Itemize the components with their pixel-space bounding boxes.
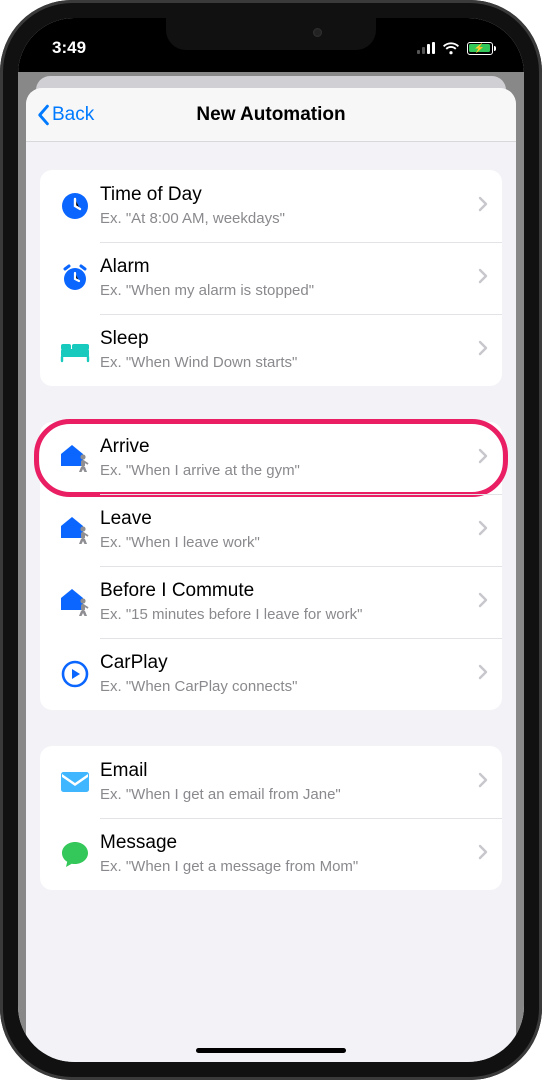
chevron-right-icon: [476, 520, 490, 541]
row-title: Sleep: [100, 327, 476, 351]
row-texts: AlarmEx. "When my alarm is stopped": [96, 255, 476, 300]
row-title: Arrive: [100, 435, 476, 459]
chevron-right-icon: [476, 772, 490, 793]
phone-frame: 3:49 ⚡ Back: [0, 0, 542, 1080]
chevron-right-icon: [476, 448, 490, 469]
row-title: Leave: [100, 507, 476, 531]
back-label: Back: [52, 104, 94, 126]
home-indicator[interactable]: [196, 1048, 346, 1053]
back-button[interactable]: Back: [26, 104, 94, 126]
trigger-row-alarm[interactable]: AlarmEx. "When my alarm is stopped": [40, 242, 502, 314]
row-title: Email: [100, 759, 476, 783]
row-title: Alarm: [100, 255, 476, 279]
trigger-list[interactable]: Time of DayEx. "At 8:00 AM, weekdays" Ala…: [26, 142, 516, 1062]
row-texts: Time of DayEx. "At 8:00 AM, weekdays": [96, 183, 476, 228]
trigger-group: EmailEx. "When I get an email from Jane"…: [40, 746, 502, 890]
message-icon: [54, 840, 96, 868]
chevron-right-icon: [476, 844, 490, 865]
modal-stack: Back New Automation Time of DayEx. "At 8…: [18, 72, 524, 1062]
row-texts: SleepEx. "When Wind Down starts": [96, 327, 476, 372]
status-time: 3:49: [52, 38, 86, 58]
arrive-icon: [54, 442, 96, 474]
trigger-group: Time of DayEx. "At 8:00 AM, weekdays" Ala…: [40, 170, 502, 386]
clock-icon: [54, 191, 96, 221]
row-subtitle: Ex. "When I leave work": [100, 533, 476, 553]
row-title: Before I Commute: [100, 579, 476, 603]
bed-icon: [54, 335, 96, 365]
row-title: Message: [100, 831, 476, 855]
row-subtitle: Ex. "When CarPlay connects": [100, 677, 476, 697]
commute-icon: [54, 586, 96, 618]
screen: 3:49 ⚡ Back: [18, 18, 524, 1062]
row-subtitle: Ex. "When I arrive at the gym": [100, 461, 476, 481]
trigger-row-before-i-commute[interactable]: Before I CommuteEx. "15 minutes before I…: [40, 566, 502, 638]
wifi-icon: [442, 42, 460, 55]
row-subtitle: Ex. "When I get an email from Jane": [100, 785, 476, 805]
trigger-row-carplay[interactable]: CarPlayEx. "When CarPlay connects": [40, 638, 502, 710]
row-texts: EmailEx. "When I get an email from Jane": [96, 759, 476, 804]
chevron-right-icon: [476, 340, 490, 361]
mail-icon: [54, 770, 96, 794]
row-texts: MessageEx. "When I get a message from Mo…: [96, 831, 476, 876]
row-subtitle: Ex. "When my alarm is stopped": [100, 281, 476, 301]
trigger-row-time-of-day[interactable]: Time of DayEx. "At 8:00 AM, weekdays": [40, 170, 502, 242]
trigger-row-email[interactable]: EmailEx. "When I get an email from Jane": [40, 746, 502, 818]
page-title: New Automation: [26, 104, 516, 126]
row-texts: Before I CommuteEx. "15 minutes before I…: [96, 579, 476, 624]
trigger-row-arrive[interactable]: ArriveEx. "When I arrive at the gym": [40, 422, 502, 494]
notch: [166, 18, 376, 50]
row-subtitle: Ex. "When Wind Down starts": [100, 353, 476, 373]
row-texts: LeaveEx. "When I leave work": [96, 507, 476, 552]
row-title: Time of Day: [100, 183, 476, 207]
chevron-right-icon: [476, 196, 490, 217]
trigger-row-leave[interactable]: LeaveEx. "When I leave work": [40, 494, 502, 566]
trigger-row-message[interactable]: MessageEx. "When I get a message from Mo…: [40, 818, 502, 890]
row-texts: CarPlayEx. "When CarPlay connects": [96, 651, 476, 696]
row-subtitle: Ex. "15 minutes before I leave for work": [100, 605, 476, 625]
new-automation-sheet: Back New Automation Time of DayEx. "At 8…: [26, 88, 516, 1062]
row-subtitle: Ex. "At 8:00 AM, weekdays": [100, 209, 476, 229]
chevron-right-icon: [476, 592, 490, 613]
trigger-row-sleep[interactable]: SleepEx. "When Wind Down starts": [40, 314, 502, 386]
carplay-icon: [54, 659, 96, 689]
battery-icon: ⚡: [467, 42, 497, 55]
alarm-icon: [54, 263, 96, 293]
row-title: CarPlay: [100, 651, 476, 675]
chevron-left-icon: [36, 104, 50, 126]
row-texts: ArriveEx. "When I arrive at the gym": [96, 435, 476, 480]
row-subtitle: Ex. "When I get a message from Mom": [100, 857, 476, 877]
status-indicators: ⚡: [417, 42, 497, 55]
chevron-right-icon: [476, 664, 490, 685]
chevron-right-icon: [476, 268, 490, 289]
cellular-icon: [417, 42, 435, 54]
trigger-group: ArriveEx. "When I arrive at the gym" Leav…: [40, 422, 502, 710]
nav-bar: Back New Automation: [26, 88, 516, 142]
leave-icon: [54, 514, 96, 546]
